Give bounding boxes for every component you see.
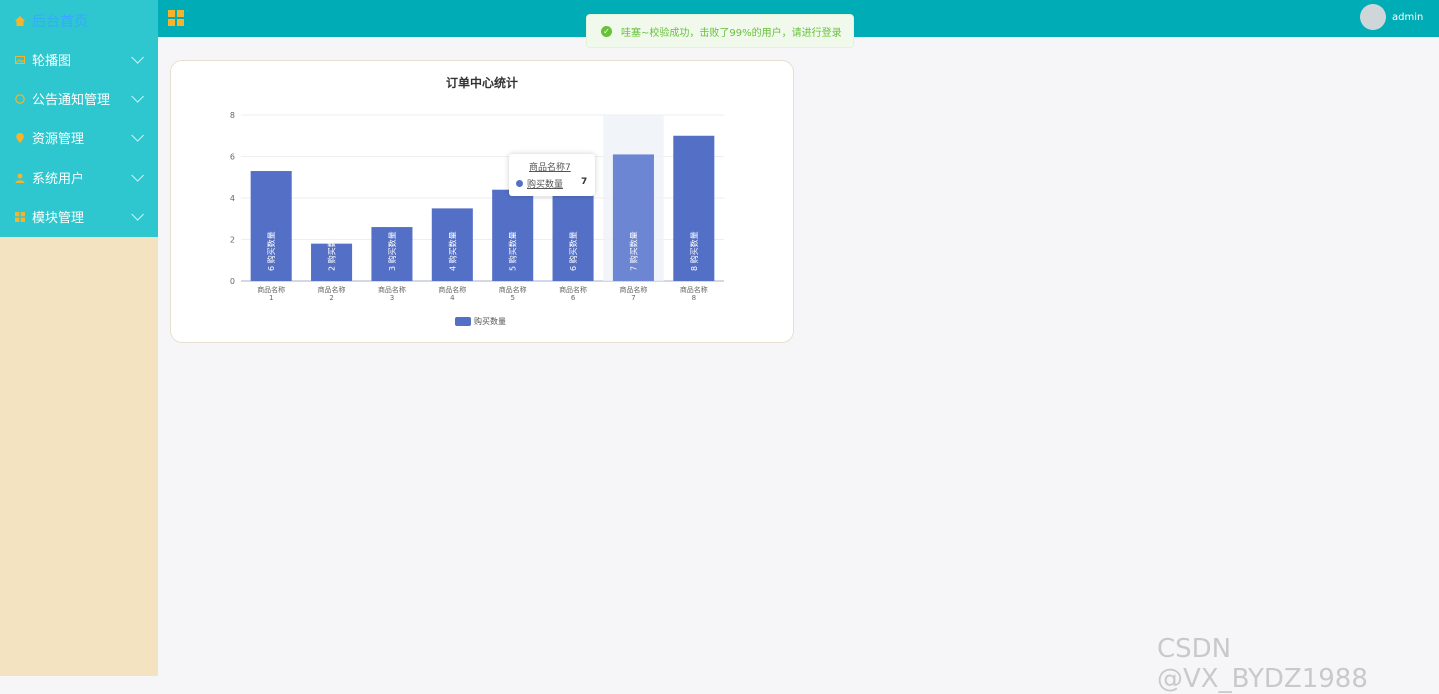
bar-data-label: 5 购买数量: [508, 231, 518, 271]
x-tick-label: 商品名称: [499, 285, 527, 294]
circle-icon: [15, 93, 25, 104]
sidebar-item-label: 公告通知管理: [32, 93, 111, 108]
chevron-down-icon: [131, 129, 144, 142]
bar-data-label: 8 购买数量: [689, 231, 699, 271]
x-tick-label-index: 3: [390, 294, 394, 302]
bar-data-label: 6 购买数量: [266, 231, 276, 271]
x-tick-label-index: 7: [631, 294, 635, 302]
toast-message: 哇塞~校验成功，击败了99%的用户，请进行登录: [621, 27, 842, 39]
sidebar-item-users[interactable]: 系统用户: [0, 158, 158, 197]
username[interactable]: admin: [1392, 12, 1423, 23]
bar-chart: 024686 购买数量商品名称12 购买数量商品名称23 购买数量商品名称34 …: [230, 111, 724, 302]
tooltip-value: 7: [581, 177, 588, 187]
x-tick-label-index: 2: [329, 294, 333, 302]
home-icon: [15, 15, 25, 26]
chevron-down-icon: [131, 51, 144, 64]
sidebar-item-label: 系统用户: [32, 172, 85, 187]
x-tick-label: 商品名称: [559, 285, 587, 294]
check-circle-icon: ✓: [601, 25, 612, 37]
x-tick-label-index: 1: [269, 294, 273, 302]
chevron-down-icon: [131, 169, 144, 182]
bar-data-label: 2 购买数量: [327, 231, 337, 271]
avatar[interactable]: [1360, 4, 1386, 30]
sidebar: 后台首页 轮播图 公告通知管理 资源管理 系统用户 模块管理: [0, 0, 158, 676]
x-tick-label: 商品名称: [318, 285, 346, 294]
sidebar-item-label: 资源管理: [32, 132, 85, 147]
sidebar-menu: 后台首页 轮播图 公告通知管理 资源管理 系统用户 模块管理: [0, 0, 158, 237]
menu-toggle-icon[interactable]: [168, 10, 184, 26]
x-tick-label-index: 4: [450, 294, 455, 302]
legend-swatch: [455, 317, 471, 326]
bar-data-label: 3 购买数量: [387, 231, 397, 271]
x-tick-label: 商品名称: [619, 285, 647, 294]
sidebar-item-home[interactable]: 后台首页: [0, 1, 158, 40]
sidebar-item-label: 模块管理: [32, 211, 85, 226]
sidebar-item-modules[interactable]: 模块管理: [0, 197, 158, 236]
chevron-down-icon: [131, 90, 144, 103]
x-tick-label-index: 6: [571, 294, 576, 302]
image-icon: [15, 55, 25, 64]
x-tick-label: 商品名称: [438, 285, 466, 294]
x-tick-label: 商品名称: [680, 285, 708, 294]
watermark: CSDN @VX_BYDZ1988: [1157, 634, 1368, 694]
series-dot-icon: [516, 180, 523, 187]
tooltip-title: 商品名称7: [529, 163, 571, 173]
legend-label: 购买数量: [474, 317, 506, 326]
chevron-down-icon: [131, 208, 144, 221]
sidebar-item-label: 轮播图: [32, 54, 72, 69]
bar-data-label: 4 购买数量: [447, 231, 457, 271]
user-icon: [15, 173, 25, 183]
y-tick-label: 2: [230, 236, 235, 245]
order-stats-card: 订单中心统计 024686 购买数量 商品名称 1 2 购买数量 商品名称 2 3 购买数量…: [170, 60, 794, 343]
x-tick-label: 商品名称: [257, 285, 285, 294]
sidebar-item-carousel[interactable]: 轮播图: [0, 40, 158, 79]
y-tick-label: 6: [230, 153, 235, 162]
bar-data-label: 7 购买数量: [628, 231, 638, 271]
bar-data-label: 6 购买数量: [568, 231, 578, 271]
tooltip-series: 购买数量: [527, 180, 564, 190]
grid-icon: [15, 211, 25, 222]
x-tick-label: 商品名称: [378, 285, 406, 294]
y-tick-label: 8: [230, 111, 235, 120]
y-tick-label: 0: [230, 277, 235, 286]
chart-tooltip: 商品名称7 购买数量 7: [509, 154, 595, 196]
sidebar-item-label: 后台首页: [32, 13, 88, 30]
location-pin-icon: [16, 132, 24, 143]
y-tick-label: 4: [230, 194, 235, 203]
x-tick-label-index: 8: [692, 294, 696, 302]
sidebar-item-notices[interactable]: 公告通知管理: [0, 79, 158, 118]
chart-legend[interactable]: 购买数量: [455, 316, 506, 327]
sidebar-item-resources[interactable]: 资源管理: [0, 118, 158, 157]
success-toast: ✓ 哇塞~校验成功，击败了99%的用户，请进行登录: [586, 14, 854, 48]
x-tick-label-index: 5: [510, 294, 514, 302]
